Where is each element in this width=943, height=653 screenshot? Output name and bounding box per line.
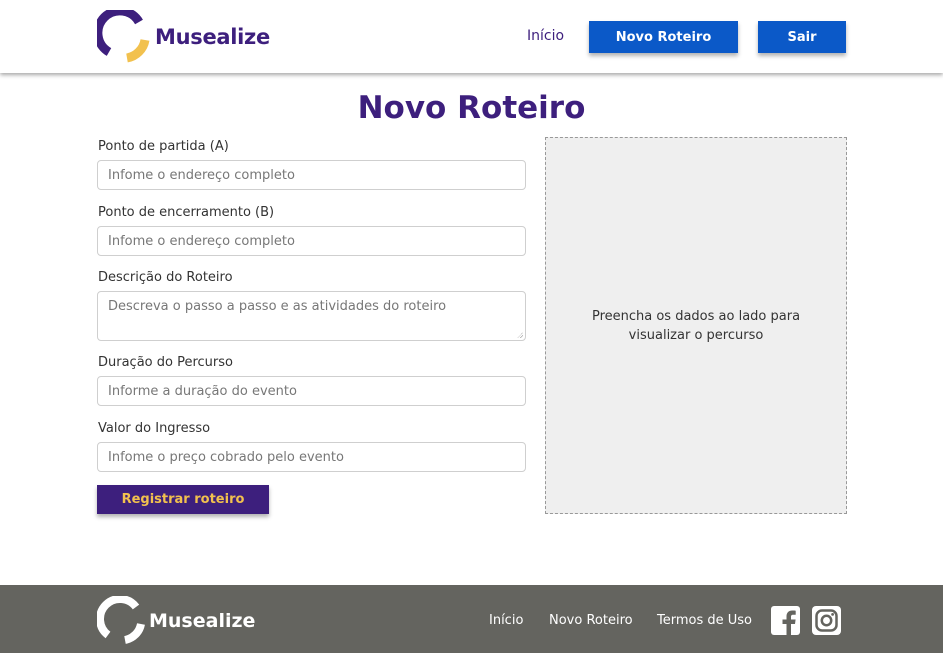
route-map-preview: Preencha os dados ao lado para visualiza… (545, 137, 847, 514)
footer-brand-name: Musealize (149, 609, 256, 632)
description-textarea[interactable]: Descreva o passo a passo e as atividades… (97, 291, 526, 341)
end-point-input[interactable]: Infome o endereço completo (97, 226, 526, 256)
header: Musealize Início Novo Roteiro Sair (0, 0, 943, 73)
footer-logo[interactable]: Musealize (97, 596, 255, 645)
nav-home-link[interactable]: Início (527, 28, 564, 44)
footer-home-link[interactable]: Início (489, 613, 523, 628)
logout-button[interactable]: Sair (758, 21, 846, 53)
footer-terms-link[interactable]: Termos de Uso (657, 613, 752, 628)
musealize-logo-icon (97, 596, 145, 644)
logo[interactable]: Musealize (97, 10, 270, 63)
new-route-button[interactable]: Novo Roteiro (589, 21, 738, 53)
facebook-icon[interactable] (771, 606, 800, 635)
end-point-label: Ponto de encerramento (B) (98, 205, 275, 220)
resize-handle-icon[interactable] (517, 332, 523, 338)
start-point-input[interactable]: Infome o endereço completo (97, 160, 526, 190)
description-label: Descrição do Roteiro (98, 270, 233, 285)
page-title: Novo Roteiro (357, 90, 586, 126)
instagram-icon[interactable] (812, 606, 841, 635)
register-route-button[interactable]: Registrar roteiro (97, 485, 269, 514)
price-label: Valor do Ingresso (98, 421, 211, 436)
brand-name: Musealize (155, 24, 270, 49)
footer-new-route-link[interactable]: Novo Roteiro (549, 613, 633, 628)
footer: Musealize Início Novo Roteiro Termos de … (0, 585, 943, 653)
price-input[interactable]: Infome o preço cobrado pelo evento (97, 442, 526, 472)
musealize-logo-icon (97, 10, 150, 63)
description-placeholder: Descreva o passo a passo e as atividades… (108, 299, 447, 314)
map-message: Preencha os dados ao lado para visualiza… (591, 308, 801, 343)
start-point-label: Ponto de partida (A) (98, 139, 229, 154)
duration-input[interactable]: Informe a duração do evento (97, 376, 526, 406)
duration-label: Duração do Percurso (98, 355, 233, 370)
